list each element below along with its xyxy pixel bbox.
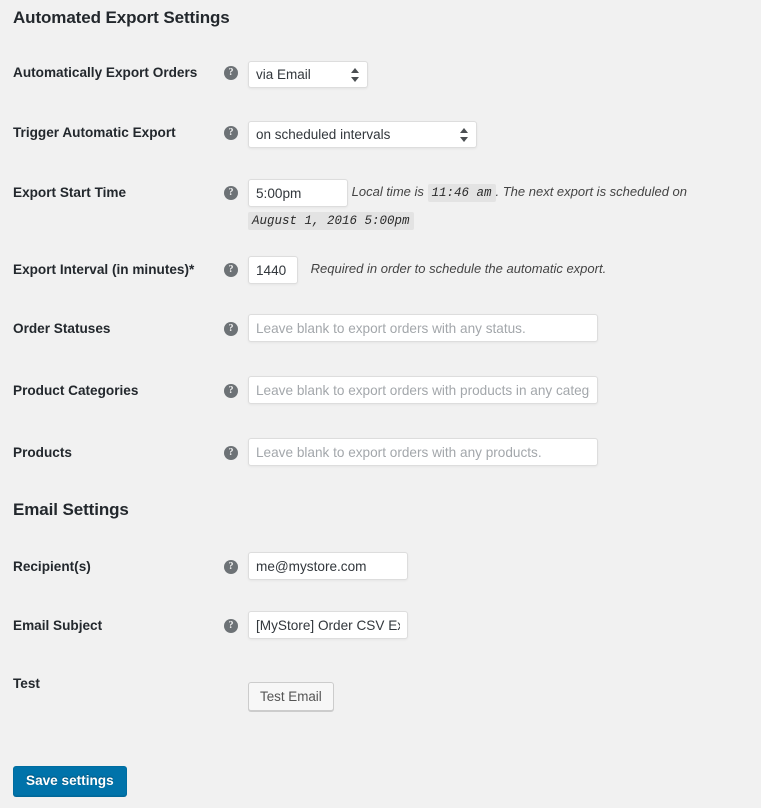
save-settings-button[interactable]: Save settings [13,766,127,796]
help-icon[interactable]: ? [224,186,238,200]
label-order-statuses: Order Statuses [13,321,111,336]
products-input[interactable] [248,438,598,466]
field-auto-export-orders: via Email [248,61,761,88]
field-start-time: Local time is 11:46 am. The next export … [248,179,761,234]
email-subject-input[interactable] [248,611,408,639]
select-trigger-export[interactable]: on scheduled intervals [248,121,477,148]
next-export-value: August 1, 2016 5:00pm [248,212,414,230]
field-interval: Required in order to schedule the automa… [248,256,761,284]
select-wrap-auto-export-orders: via Email [248,61,368,88]
recipients-input[interactable] [248,552,408,580]
interval-description: Required in order to schedule the automa… [310,261,607,277]
label-start-time: Export Start Time [13,185,127,200]
local-time-value: 11:46 am [427,184,496,203]
select-auto-export-orders[interactable]: via Email [248,61,368,88]
page-title: Automated Export Settings [13,8,230,27]
test-email-button[interactable]: Test Email [248,682,334,711]
label-trigger-export: Trigger Automatic Export [13,125,176,140]
field-products [248,438,761,466]
label-product-categories: Product Categories [13,383,139,398]
help-icon[interactable]: ? [224,66,238,80]
interval-input[interactable] [248,256,298,284]
label-products: Products [13,445,72,460]
label-email-subject: Email Subject [13,618,103,633]
label-test: Test [13,676,40,691]
field-email-subject [248,611,761,639]
field-trigger-export: on scheduled intervals [248,121,761,148]
order-statuses-input[interactable] [248,314,598,342]
automated-export-settings-page: Automated Export Settings Automatically … [0,0,761,808]
start-time-input[interactable] [248,179,348,207]
product-categories-input[interactable] [248,376,598,404]
help-icon[interactable]: ? [224,126,238,140]
help-icon[interactable]: ? [224,560,238,574]
email-settings-heading: Email Settings [13,500,129,519]
field-test: Test Email [248,682,761,711]
field-recipients [248,552,761,580]
help-icon[interactable]: ? [224,263,238,277]
save-settings-container: Save settings [13,766,127,796]
start-time-desc-part1: Local time is [351,184,424,200]
help-icon[interactable]: ? [224,446,238,460]
label-interval: Export Interval (in minutes)* [13,262,195,277]
label-auto-export-orders: Automatically Export Orders [13,65,198,80]
select-wrap-trigger-export: on scheduled intervals [248,121,477,148]
help-icon[interactable]: ? [224,384,238,398]
start-time-desc-part2: . The next export is scheduled on [495,184,688,200]
help-icon[interactable]: ? [224,619,238,633]
field-product-categories [248,376,761,404]
field-order-statuses [248,314,761,342]
label-recipients: Recipient(s) [13,559,91,574]
help-icon[interactable]: ? [224,322,238,336]
